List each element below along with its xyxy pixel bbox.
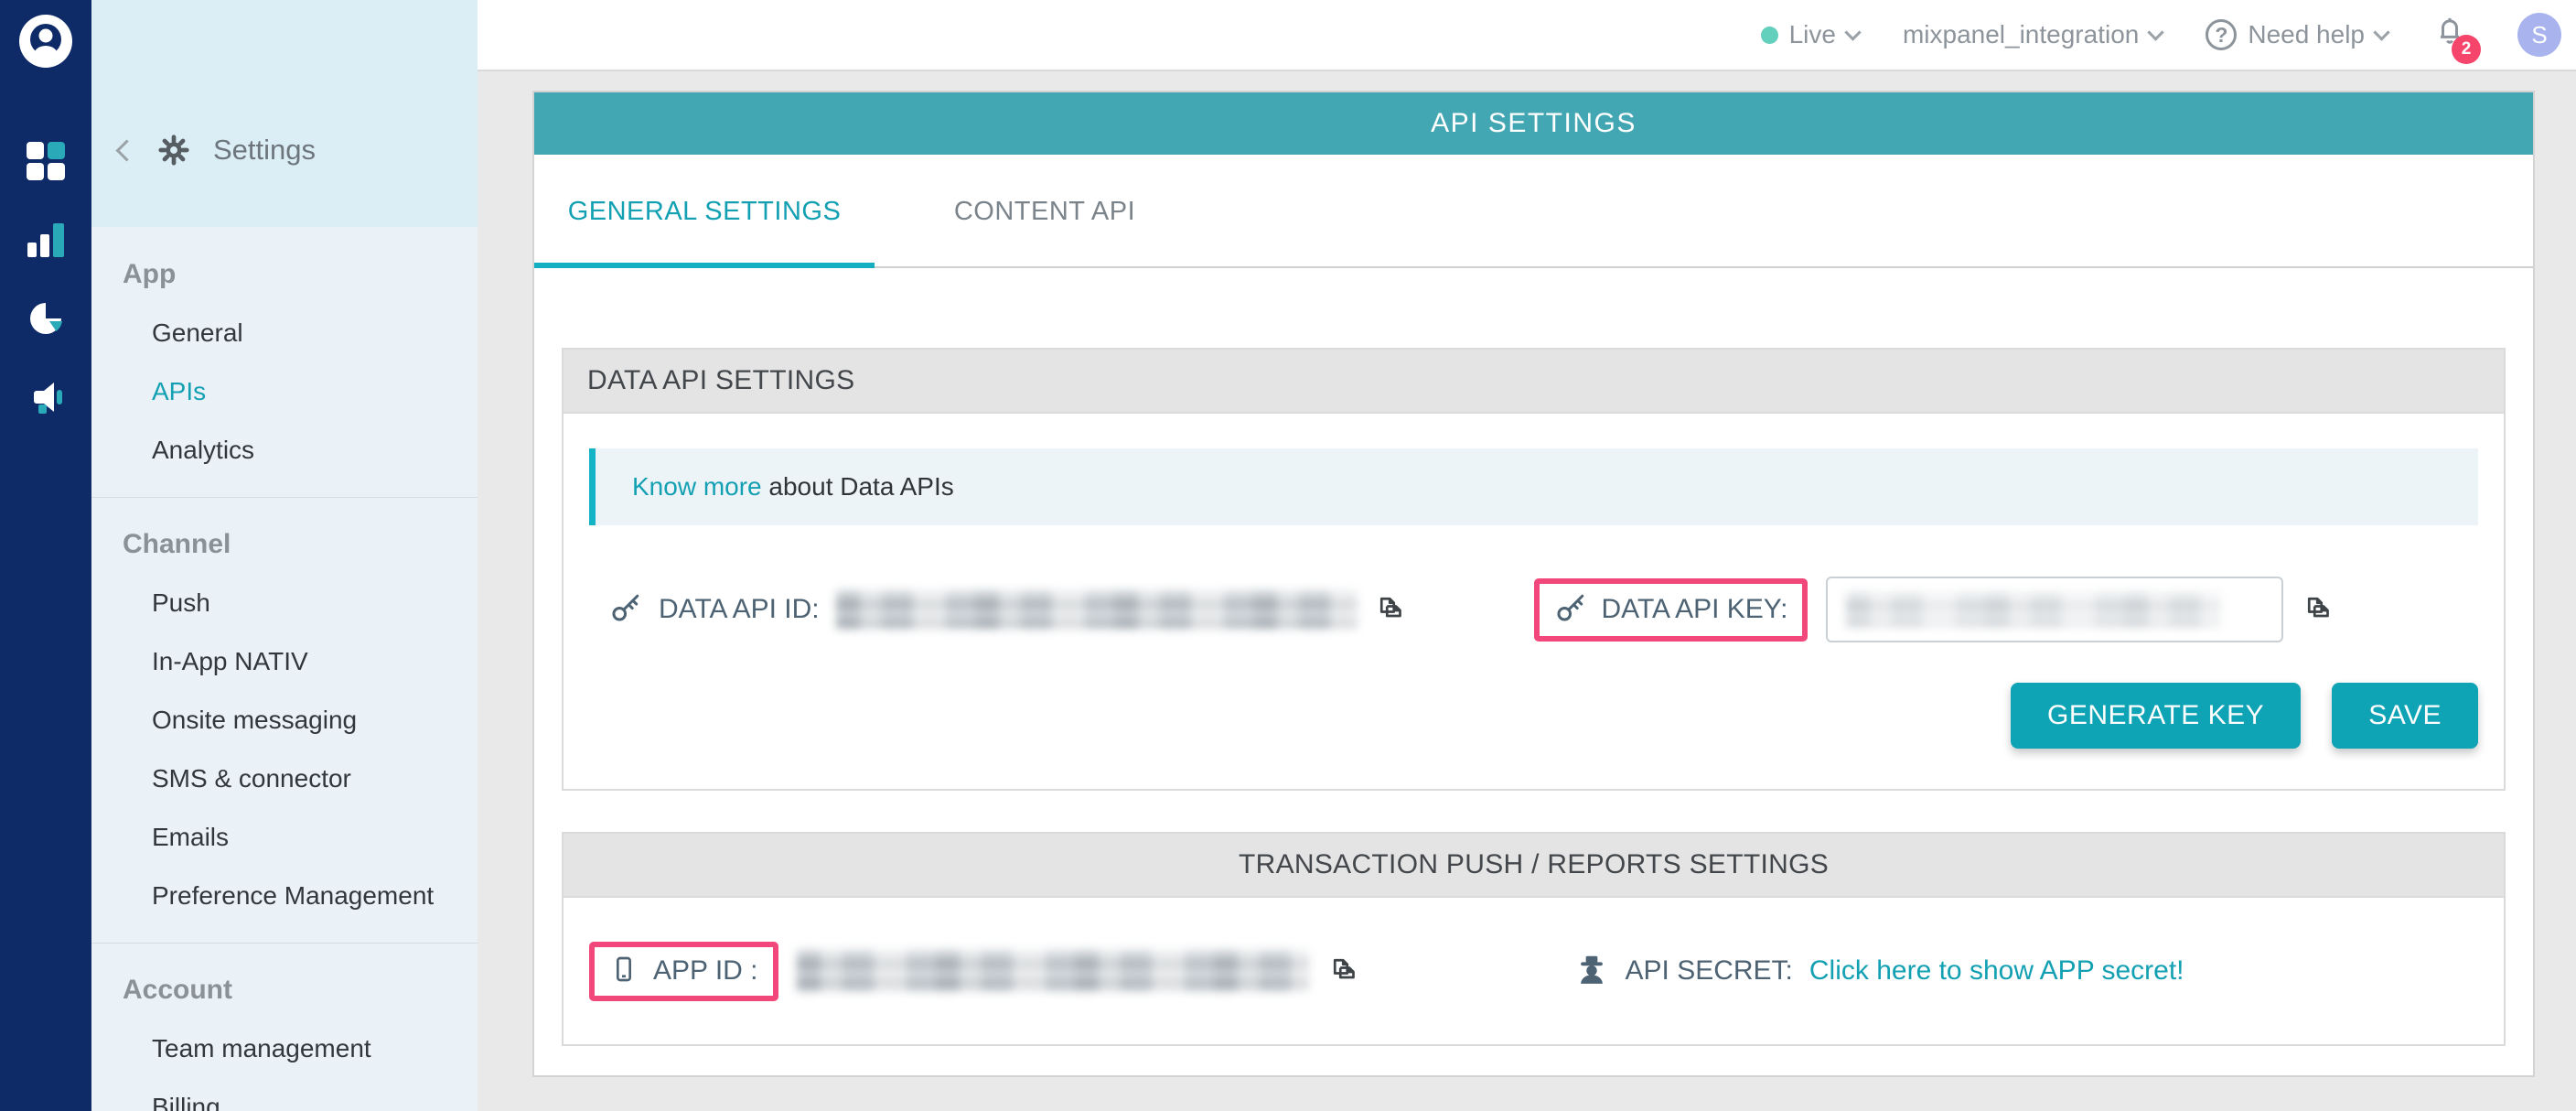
api-secret-field: API SECRET: Click here to show APP secre… [1534,952,2479,991]
sidebar-item-preference-management[interactable]: Preference Management [91,867,478,925]
sidebar-item-push[interactable]: Push [91,574,478,632]
transaction-section-title: TRANSACTION PUSH / REPORTS SETTINGS [564,834,2504,898]
menu-group-channel: Channel [91,515,478,574]
bar-chart-icon[interactable] [26,220,66,260]
data-api-key-label: DATA API KEY: [1602,594,1788,625]
menu-divider [91,943,478,944]
key-icon [609,591,642,629]
sidebar-title: Settings [213,134,316,167]
app-id-label: APP ID : [653,955,758,987]
data-api-id-label: DATA API ID: [659,594,820,625]
project-name: mixpanel_integration [1903,20,2139,49]
sidebar-item-billing[interactable]: Billing [91,1078,478,1111]
sidebar-item-sms-connector[interactable]: SMS & connector [91,750,478,808]
help-label: Need help [2248,20,2365,49]
data-api-section-title: DATA API SETTINGS [564,350,2504,414]
app-id-field: APP ID : [589,942,1534,1001]
megaphone-icon[interactable] [26,377,66,417]
environment-dropdown[interactable]: Live [1761,20,1859,49]
data-api-key-field: DATA API KEY: [1534,577,2479,642]
data-api-key-input[interactable] [1826,577,2283,642]
apps-grid-icon[interactable] [26,141,66,181]
sidebar-item-team-management[interactable]: Team management [91,1019,478,1078]
tab-general-settings[interactable]: GENERAL SETTINGS [534,155,875,268]
data-api-id-field: DATA API ID: [589,590,1534,629]
pie-chart-icon[interactable] [26,298,66,339]
app-rail [0,0,91,1111]
settings-sidebar: Settings App General APIs Analytics Chan… [91,0,478,1111]
generate-key-button[interactable]: GENERATE KEY [2011,683,2301,749]
mobile-phone-icon [609,955,639,988]
menu-divider [91,497,478,498]
copy-icon[interactable] [1374,591,1407,629]
sidebar-item-inapp-nativ[interactable]: In-App NATIV [91,632,478,691]
spy-icon [1574,952,1609,991]
app-id-value-redacted [797,950,1309,992]
key-icon [1554,591,1587,629]
help-dropdown[interactable]: ? Need help [2206,19,2388,50]
top-header: Live mixpanel_integration ? Need help 2 … [478,0,2576,71]
sidebar-header: Settings [91,0,478,227]
sidebar-item-emails[interactable]: Emails [91,808,478,867]
chevron-down-icon [2373,24,2389,40]
tab-content-api[interactable]: CONTENT API [875,155,1215,268]
annotation-highlight-data-api-key: DATA API KEY: [1534,578,1809,642]
api-settings-card: API SETTINGS GENERAL SETTINGS CONTENT AP… [532,91,2535,1077]
project-dropdown[interactable]: mixpanel_integration [1903,20,2162,49]
sidebar-item-onsite-messaging[interactable]: Onsite messaging [91,691,478,750]
copy-icon[interactable] [1327,953,1360,990]
copy-icon[interactable] [2302,591,2334,629]
show-app-secret-link[interactable]: Click here to show APP secret! [1809,955,2184,987]
brand-logo[interactable] [17,13,74,70]
know-more-banner: Know more about Data APIs [589,448,2478,525]
chevron-down-icon [1844,24,1861,40]
data-api-key-value-redacted [1846,592,2221,627]
notifications-button[interactable]: 2 [2431,11,2474,59]
save-button[interactable]: SAVE [2332,683,2478,749]
environment-label: Live [1789,20,1836,49]
gear-icon [156,133,191,167]
user-avatar[interactable]: S [2517,13,2561,57]
transaction-settings-section: TRANSACTION PUSH / REPORTS SETTINGS APP … [562,832,2506,1046]
page-title: API SETTINGS [534,92,2533,155]
chevron-down-icon [2148,24,2164,40]
annotation-highlight-app-id: APP ID : [589,942,778,1001]
data-api-id-value-redacted [836,590,1358,629]
menu-group-app: App [91,245,478,304]
sidebar-item-analytics[interactable]: Analytics [91,421,478,480]
api-secret-label: API SECRET: [1626,955,1793,987]
live-status-dot [1761,27,1778,44]
tab-bar: GENERAL SETTINGS CONTENT API [534,155,2533,268]
know-more-link[interactable]: Know more [632,472,762,501]
sidebar-item-general[interactable]: General [91,304,478,362]
know-more-text: about Data APIs [762,472,954,501]
sidebar-item-apis[interactable]: APIs [91,362,478,421]
back-chevron-icon[interactable] [115,139,137,161]
data-api-settings-section: DATA API SETTINGS Know more about Data A… [562,348,2506,791]
notification-badge: 2 [2452,35,2481,64]
settings-menu: App General APIs Analytics Channel Push … [91,227,478,1111]
menu-group-account: Account [91,961,478,1019]
help-icon: ? [2206,19,2237,50]
main-area: Live mixpanel_integration ? Need help 2 … [478,0,2576,1111]
